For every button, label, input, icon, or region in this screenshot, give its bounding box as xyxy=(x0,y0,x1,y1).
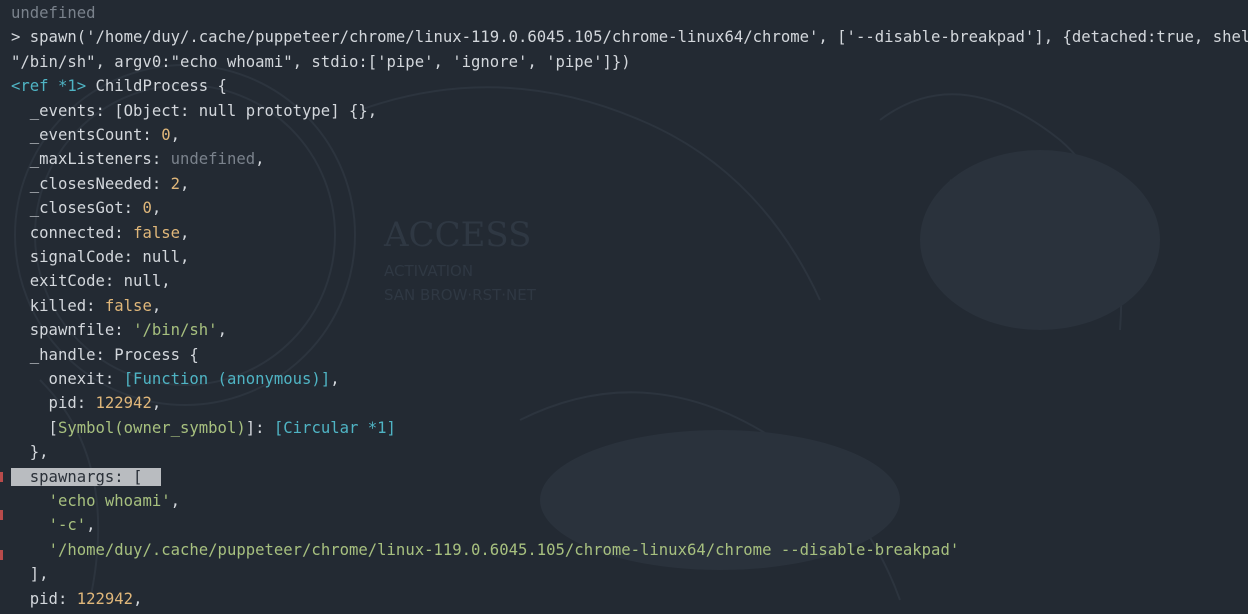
terminal-text-segment: <ref *1> xyxy=(11,77,87,96)
terminal-text-segment: undefined xyxy=(170,150,256,169)
terminal-text-segment: , xyxy=(170,492,181,510)
terminal-text-segment: spawnargs: [ xyxy=(11,467,162,486)
terminal-text-segment: connected: xyxy=(11,223,134,242)
terminal-line: '/home/duy/.cache/puppeteer/chrome/linux… xyxy=(11,538,960,562)
terminal-text-segment: 'echo whoami' xyxy=(48,492,171,510)
terminal-text-segment: false xyxy=(133,223,181,242)
terminal-text-segment: 122942 xyxy=(76,589,134,608)
terminal-text-segment: ]: xyxy=(245,418,274,437)
terminal-text-segment: , xyxy=(170,126,180,144)
terminal-text-segment: '-c' xyxy=(48,516,87,535)
terminal-text-segment: '/bin/sh' xyxy=(133,321,218,340)
terminal-text-segment: _eventsCount: xyxy=(11,126,162,144)
terminal-text-segment: , xyxy=(180,174,190,193)
terminal-line: undefined xyxy=(11,1,96,25)
terminal-line: signalCode: null, xyxy=(11,245,190,269)
terminal-text-segment: 0 xyxy=(161,126,171,144)
terminal-line: > spawn('/home/duy/.cache/puppeteer/chro… xyxy=(11,25,1248,49)
terminal-text-segment: [Circular *1] xyxy=(273,418,396,437)
terminal-line: connected: false, xyxy=(11,221,190,245)
terminal-text-segment: signalCode: null, xyxy=(11,248,190,266)
terminal-text-segment: pid: xyxy=(11,394,96,413)
terminal-line: pid: 122942, xyxy=(11,391,162,415)
terminal-text-segment: , xyxy=(151,394,162,413)
terminal-line: _maxListeners: undefined, xyxy=(11,147,265,171)
terminal-text-segment: _events: [Object: null prototype] {}, xyxy=(11,101,378,120)
terminal-text-segment: undefined xyxy=(11,4,96,22)
terminal-line: '-c', xyxy=(11,513,96,537)
terminal-text-segment: "/bin/sh", argv0:"echo whoami", stdio:['… xyxy=(11,52,631,71)
terminal-line: _events: [Object: null prototype] {}, xyxy=(11,99,377,123)
terminal-text-segment: > spawn('/home/duy/.cache/puppeteer/chro… xyxy=(11,28,1248,47)
terminal-line: pid: 122942, xyxy=(11,587,143,611)
terminal-text-segment: 122942 xyxy=(95,394,152,413)
terminal-text-segment: , xyxy=(151,199,162,218)
terminal-text-segment: pid: xyxy=(11,589,77,608)
terminal-text-segment: , xyxy=(86,516,96,535)
red-scroll-marker xyxy=(0,472,3,482)
red-scroll-marker xyxy=(0,550,3,560)
terminal-text-segment: false xyxy=(104,296,152,315)
terminal-text-segment: _closesGot: xyxy=(11,199,143,218)
terminal-line: _handle: Process { xyxy=(11,343,199,367)
terminal-line: "/bin/sh", argv0:"echo whoami", stdio:['… xyxy=(11,50,631,74)
terminal-text-segment: , xyxy=(180,223,190,242)
terminal-text-segment: , xyxy=(133,589,143,608)
terminal-line: <ref *1> ChildProcess { xyxy=(11,74,227,98)
terminal-line: [Symbol(owner_symbol)]: [Circular *1] xyxy=(11,416,396,440)
terminal-line: exitCode: null, xyxy=(11,269,171,293)
terminal-text-segment: , xyxy=(217,321,227,340)
red-scroll-marker xyxy=(0,510,3,520)
terminal-text-segment: }, xyxy=(11,443,49,462)
terminal-text-segment: ChildProcess { xyxy=(86,77,227,96)
terminal-text-segment: 2 xyxy=(170,174,180,193)
terminal-line: _eventsCount: 0, xyxy=(11,123,180,147)
terminal-line: onexit: [Function (anonymous)], xyxy=(11,367,340,391)
terminal-text-segment: exitCode: null, xyxy=(11,272,171,291)
terminal-line: }, xyxy=(11,440,49,464)
terminal-line: 'echo whoami', xyxy=(11,489,180,513)
terminal-text-segment: _closesNeeded: xyxy=(11,174,171,193)
terminal-text-segment: spawnfile: xyxy=(11,321,134,340)
terminal-line: spawnargs: [ xyxy=(11,465,162,489)
terminal-text-segment: [ xyxy=(11,418,58,437)
terminal-output[interactable]: undefined > spawn('/home/duy/.cache/puppe… xyxy=(0,0,1248,614)
terminal-text-segment: Symbol(owner_symbol) xyxy=(57,418,246,437)
terminal-line: killed: false, xyxy=(11,294,161,318)
terminal-text-segment: , xyxy=(151,296,162,315)
terminal-text-segment: 0 xyxy=(142,199,152,218)
terminal-text-segment: _handle: Process { xyxy=(11,345,199,364)
terminal-line: _closesGot: 0, xyxy=(11,196,161,220)
terminal-text-segment: _maxListeners: xyxy=(11,150,171,169)
terminal-line: spawnfile: '/bin/sh', xyxy=(11,318,227,342)
terminal-text-segment: , xyxy=(255,150,265,169)
terminal-text-segment: [Function (anonymous)] xyxy=(123,370,331,388)
terminal-text-segment: ], xyxy=(11,565,49,584)
terminal-line: _closesNeeded: 2, xyxy=(11,172,190,196)
terminal-text-segment: , xyxy=(330,370,340,388)
terminal-text-segment: killed: xyxy=(11,296,105,315)
terminal-line: ], xyxy=(11,562,49,586)
terminal-text-segment: onexit: xyxy=(11,370,124,388)
terminal-text-segment: '/home/duy/.cache/puppeteer/chrome/linux… xyxy=(48,540,960,559)
